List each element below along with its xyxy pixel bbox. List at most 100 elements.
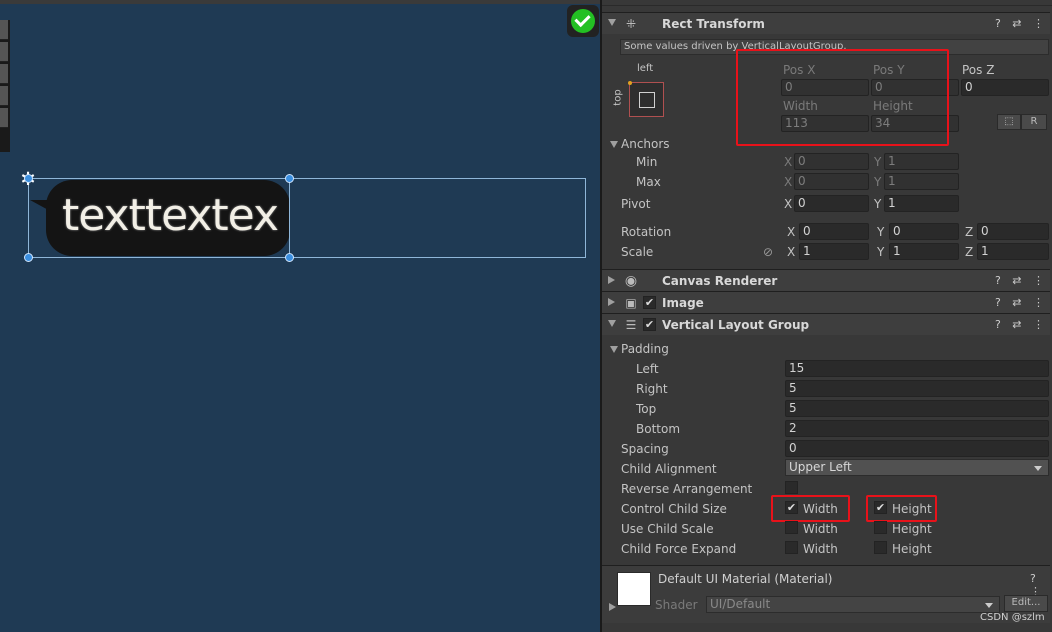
axis-z-label: Z xyxy=(965,225,974,239)
scene-view[interactable]: texttextex ✲ xyxy=(0,0,600,632)
anchor-max-y-field[interactable]: 1 xyxy=(884,173,959,190)
pivot-y-field[interactable]: 1 xyxy=(884,195,959,212)
more-icon[interactable]: ⋮ xyxy=(1033,296,1044,309)
resize-handle-top-left[interactable] xyxy=(24,174,33,183)
rect-transform-header[interactable]: ⁜ Rect Transform ? ⇄ ⋮ xyxy=(602,12,1050,34)
axis-x-label: X xyxy=(787,245,796,259)
rotation-z-field[interactable]: 0 xyxy=(977,223,1049,240)
padding-bottom-field[interactable]: 2 xyxy=(785,420,1049,437)
padding-right-label: Right xyxy=(636,382,668,396)
expand-height-checkbox[interactable] xyxy=(874,541,887,554)
anchor-max-x-field[interactable]: 0 xyxy=(794,173,869,190)
child-alignment-dropdown[interactable]: Upper Left xyxy=(785,459,1049,476)
padding-fold-icon[interactable] xyxy=(610,346,618,353)
rotation-label: Rotation xyxy=(621,225,672,239)
padding-right-field[interactable]: 5 xyxy=(785,380,1049,397)
padding-top-field[interactable]: 5 xyxy=(785,400,1049,417)
resize-handle-bottom-right[interactable] xyxy=(285,253,294,262)
fold-arrow-icon[interactable] xyxy=(608,19,616,26)
rotation-y-field[interactable]: 0 xyxy=(889,223,959,240)
fold-arrow-icon[interactable] xyxy=(608,320,616,327)
anchor-min-x-field[interactable]: 0 xyxy=(794,153,869,170)
highlight-box-size xyxy=(736,49,949,146)
more-icon[interactable]: ⋮ xyxy=(1033,274,1044,287)
anchor-preset-icon xyxy=(639,92,655,108)
scene-topbar xyxy=(0,0,600,4)
child-alignment-value: Upper Left xyxy=(789,460,852,474)
shader-dropdown[interactable]: UI/Default xyxy=(706,596,1000,613)
help-icon[interactable]: ? xyxy=(995,318,1001,331)
resize-handle-bottom-left[interactable] xyxy=(24,253,33,262)
presets-icon[interactable]: ⇄ xyxy=(1012,318,1021,331)
header-buttons[interactable]: ? ⇄ ⋮ xyxy=(987,17,1044,30)
padding-left-label: Left xyxy=(636,362,659,376)
pos-z-field[interactable]: 0 xyxy=(961,79,1049,96)
header-buttons[interactable]: ? ⇄ ⋮ xyxy=(987,274,1044,287)
tool-button[interactable] xyxy=(0,20,8,40)
scale-width-checkbox[interactable] xyxy=(785,521,798,534)
tool-button[interactable] xyxy=(0,108,8,128)
presets-icon[interactable]: ⇄ xyxy=(1012,17,1021,30)
watermark: CSDN @szlm xyxy=(980,612,1045,623)
constrain-proportions-icon[interactable]: ⊘ xyxy=(763,245,773,259)
resize-handle-top-right[interactable] xyxy=(285,174,294,183)
axis-y-label: Y xyxy=(874,155,882,169)
scale-x-field[interactable]: 1 xyxy=(799,243,869,260)
anchor-presets-button[interactable] xyxy=(628,81,664,117)
scale-z-field[interactable]: 1 xyxy=(977,243,1049,260)
anchor-min-y-field[interactable]: 1 xyxy=(884,153,959,170)
edit-shader-button[interactable]: Edit... xyxy=(1004,595,1048,612)
more-icon[interactable]: ⋮ xyxy=(1033,318,1044,331)
chevron-down-icon xyxy=(985,603,993,608)
header-buttons[interactable]: ? ⇄ ⋮ xyxy=(987,296,1044,309)
canvas-renderer-header[interactable]: ◉ Canvas Renderer ? ⇄ ⋮ xyxy=(602,269,1050,291)
padding-label: Padding xyxy=(621,342,669,356)
axis-x-label: X xyxy=(784,197,793,211)
presets-icon[interactable]: ⇄ xyxy=(1012,296,1021,309)
image-header[interactable]: ▣ ✔ Image ? ⇄ ⋮ xyxy=(602,291,1050,313)
tool-button[interactable] xyxy=(0,64,8,84)
expand-width-checkbox[interactable] xyxy=(785,541,798,554)
scene-toolbar[interactable] xyxy=(0,20,10,152)
shader-label: Shader xyxy=(655,598,698,612)
anchors-fold-icon[interactable] xyxy=(610,141,618,148)
image-enabled-checkbox[interactable]: ✔ xyxy=(643,296,656,309)
help-icon[interactable]: ? xyxy=(995,296,1001,309)
help-icon[interactable]: ? xyxy=(995,17,1001,30)
fold-arrow-icon[interactable] xyxy=(608,276,615,284)
help-icon[interactable]: ? xyxy=(1030,572,1036,585)
padding-left-field[interactable]: 15 xyxy=(785,360,1049,377)
vertical-layout-group-header[interactable]: ☰ ✔ Vertical Layout Group ? ⇄ ⋮ xyxy=(602,313,1050,335)
child-force-expand-label: Child Force Expand xyxy=(621,542,737,556)
scale-y-field[interactable]: 1 xyxy=(889,243,959,260)
padding-bottom-label: Bottom xyxy=(636,422,681,436)
component-title: Vertical Layout Group xyxy=(662,318,810,332)
pivot-x-field[interactable]: 0 xyxy=(794,195,869,212)
header-buttons[interactable]: ? ⇄ ⋮ xyxy=(987,318,1044,331)
more-icon[interactable]: ⋮ xyxy=(1033,17,1044,30)
fold-arrow-icon[interactable] xyxy=(608,298,615,306)
material-preview[interactable] xyxy=(617,572,651,606)
rotation-x-field[interactable]: 0 xyxy=(799,223,869,240)
expand-height-label: Height xyxy=(892,542,932,556)
vlg-enabled-checkbox[interactable]: ✔ xyxy=(643,318,656,331)
reverse-arrangement-checkbox[interactable] xyxy=(785,481,798,494)
tool-button[interactable] xyxy=(0,86,8,106)
material-fold-icon[interactable] xyxy=(609,603,616,611)
expand-width-label: Width xyxy=(803,542,838,556)
raw-edit-button[interactable]: R xyxy=(1021,114,1047,130)
anchor-preset-top-label: top xyxy=(612,89,624,106)
presets-icon[interactable]: ⇄ xyxy=(1012,274,1021,287)
tool-button[interactable] xyxy=(0,42,8,62)
scale-height-checkbox[interactable] xyxy=(874,521,887,534)
max-label: Max xyxy=(636,175,661,189)
help-icon[interactable]: ? xyxy=(995,274,1001,287)
selection-outline xyxy=(28,178,290,258)
anchor-preset-left-label: left xyxy=(637,63,654,74)
status-ok-icon[interactable] xyxy=(567,5,599,37)
anchors-label: Anchors xyxy=(621,137,670,151)
control-child-size-label: Control Child Size xyxy=(621,502,727,516)
component-title: Canvas Renderer xyxy=(662,274,778,288)
spacing-field[interactable]: 0 xyxy=(785,440,1049,457)
blueprint-mode-button[interactable]: ⬚ xyxy=(997,114,1021,130)
